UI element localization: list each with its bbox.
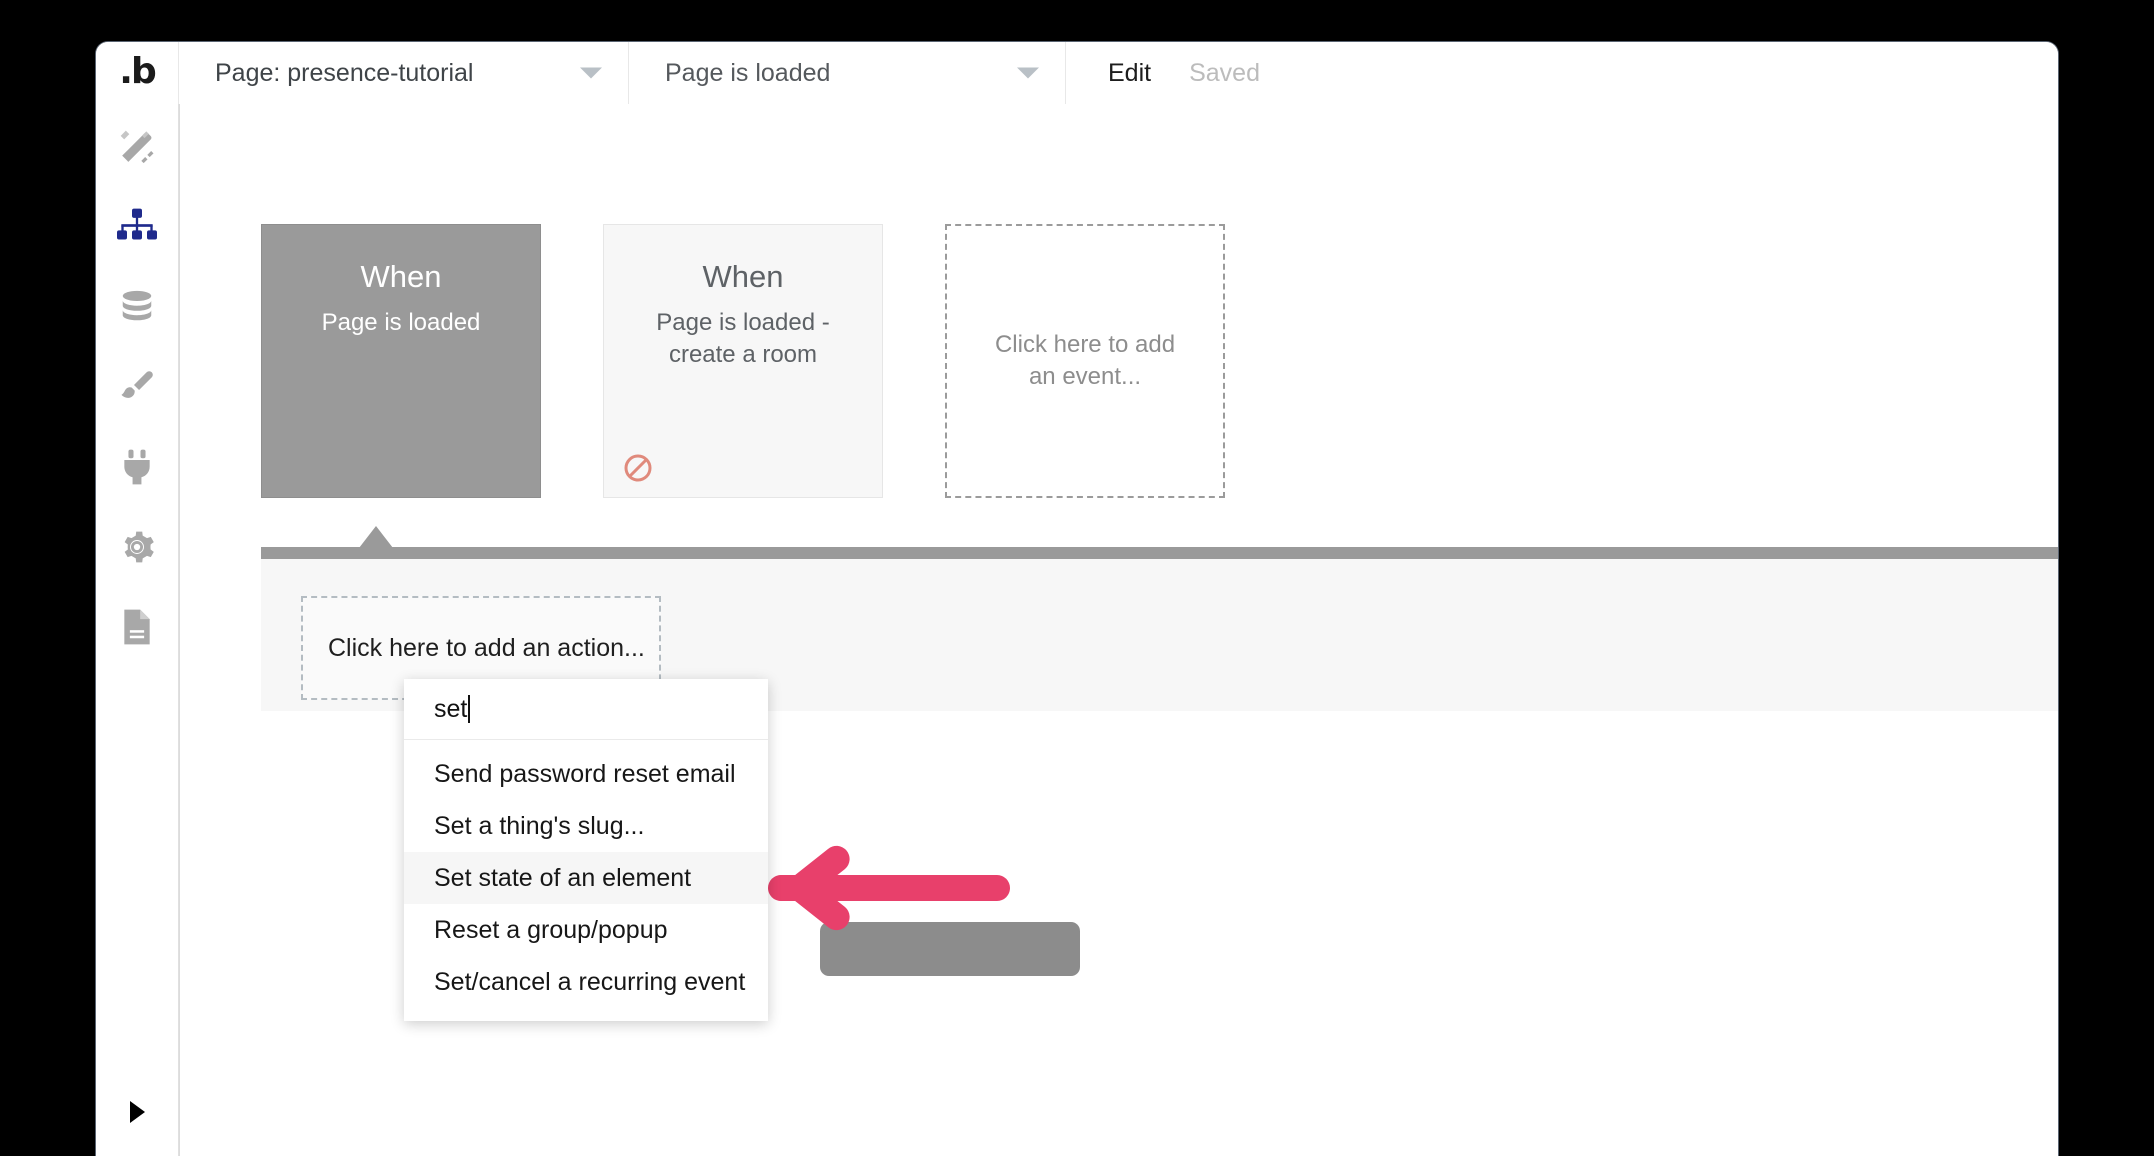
sidebar-item-data[interactable] [96,267,178,347]
no-entry-icon [623,453,653,483]
event-when-label: When [360,259,442,294]
gear-icon [118,528,156,566]
sidebar-item-workflow[interactable] [96,187,178,267]
action-option[interactable]: Set a thing's slug... [404,800,768,852]
event-card[interactable]: When Page is loaded - create a room [603,224,883,498]
action-option-highlighted[interactable]: Set state of an element [404,852,768,904]
obscured-action-pill[interactable] [820,922,1080,976]
event-description: Page is loaded - create a room [656,309,830,368]
sidebar-item-plugins[interactable] [96,427,178,507]
action-option[interactable]: Reset a group/popup [404,904,768,956]
event-when-label: When [702,259,784,294]
sidebar-item-design[interactable] [96,107,178,187]
chevron-down-icon [1017,67,1039,79]
action-search-input[interactable]: set [404,679,768,740]
top-toolbar: .b Page: presence-tutorial Page is loade… [96,42,2058,105]
action-search-dropdown: set Send password reset email Set a thin… [404,679,768,1021]
design-pencil-ruler-icon [117,127,157,167]
add-action-label: Click here to add an action... [328,633,645,662]
action-option[interactable]: Send password reset email [404,748,768,800]
saved-status: Saved [1189,58,1260,87]
sidebar-item-settings[interactable] [96,507,178,587]
screenshot-root: .b Page: presence-tutorial Page is loade… [0,0,2154,1156]
toolbar-actions: Edit Saved [1066,42,1260,104]
event-card-selected[interactable]: When Page is loaded [261,224,541,498]
page-selector[interactable]: Page: presence-tutorial [179,42,629,104]
app-window: .b Page: presence-tutorial Page is loade… [96,42,2058,1156]
left-icon-rail [96,104,179,1156]
text-cursor-icon [468,695,471,723]
sidebar-item-styles[interactable] [96,347,178,427]
event-cards-row: When Page is loaded When Page is loaded … [261,224,1225,498]
chevron-down-icon [580,67,602,79]
event-description: Page is loaded [321,309,481,337]
document-icon [120,608,154,646]
event-selector[interactable]: Page is loaded [629,42,1066,104]
bubble-logo-glyph: .b [119,51,156,92]
action-panel-pointer [359,526,393,548]
bubble-logo[interactable]: .b [96,42,179,104]
workflow-hierarchy-icon [115,207,159,247]
sidebar-item-logs[interactable] [96,587,178,667]
plug-icon [119,448,155,486]
action-option[interactable]: Set/cancel a recurring event [404,956,768,1008]
expand-panel-button[interactable] [96,1082,178,1142]
paintbrush-icon [118,368,156,406]
action-search-value: set [434,694,468,723]
triangle-right-icon [129,1101,145,1123]
add-event-label: Click here to add an event... [994,330,1176,390]
action-option-list: Send password reset email Set a thing's … [404,740,768,1008]
action-panel-topbar [261,547,2058,559]
obscured-action-pill-label [820,922,1080,976]
page-selector-label: Page: presence-tutorial [215,58,474,87]
event-selector-label: Page is loaded [665,58,831,87]
add-event-placeholder[interactable]: Click here to add an event... [945,224,1225,498]
edit-button[interactable]: Edit [1108,59,1151,88]
database-icon [118,288,156,326]
